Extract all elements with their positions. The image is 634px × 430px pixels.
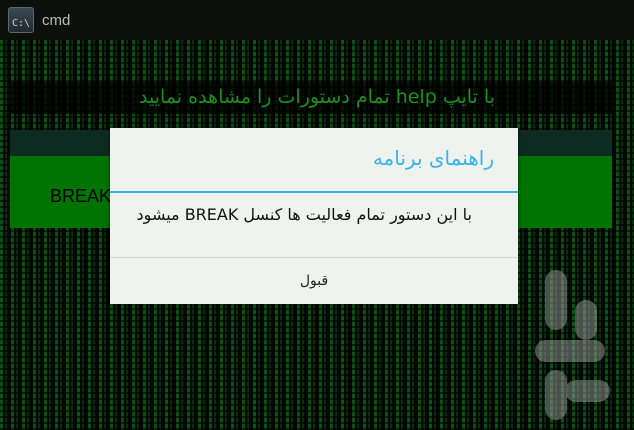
watermark-logo-icon — [535, 270, 610, 420]
ok-button[interactable]: قبول — [110, 258, 518, 304]
dialog-message: با این دستور تمام فعالیت ها کنسل BREAK م… — [136, 205, 472, 224]
help-dialog: راهنمای برنامه با این دستور تمام فعالیت … — [110, 128, 518, 304]
command-text: BREAK — [50, 186, 112, 206]
hint-text: با تایپ help تمام دستورات را مشاهده نمای… — [139, 86, 495, 108]
title-divider — [110, 191, 518, 193]
app-title: cmd — [42, 11, 71, 29]
action-bar: C:\ cmd — [0, 0, 634, 40]
terminal-icon: C:\ — [8, 7, 34, 33]
dialog-title: راهنمای برنامه — [372, 146, 494, 170]
